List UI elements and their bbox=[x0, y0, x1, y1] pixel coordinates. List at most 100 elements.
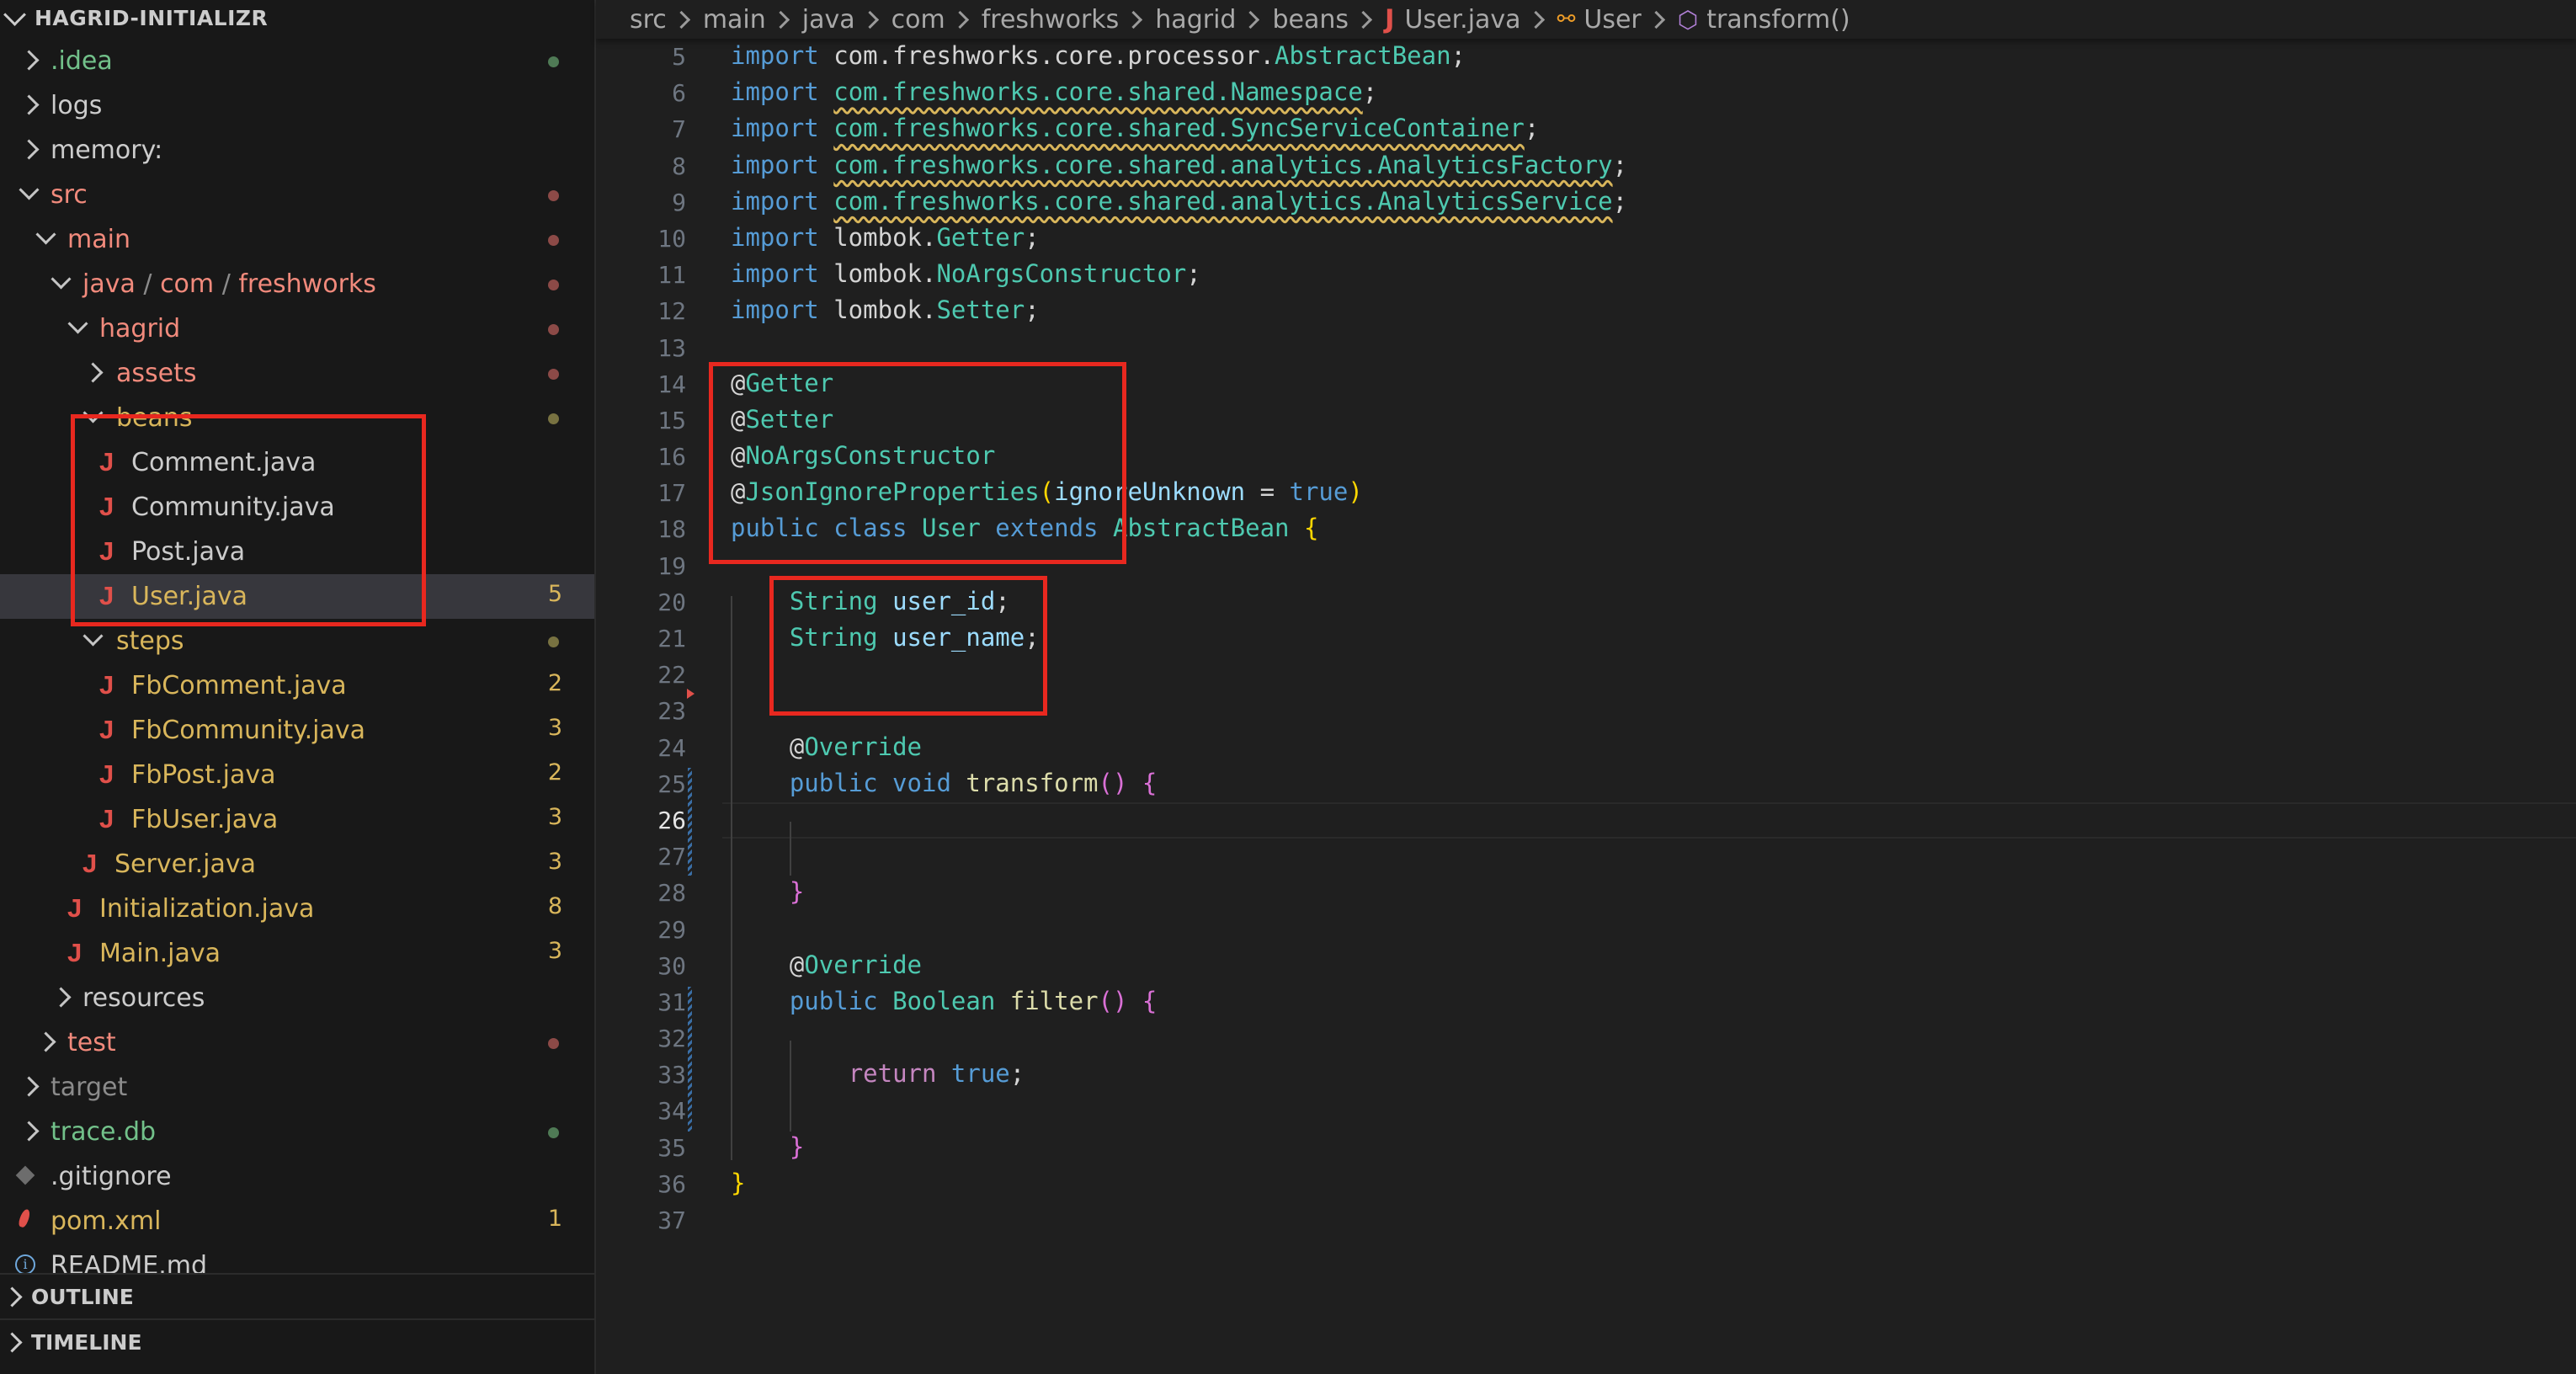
breadcrumb-item[interactable]: beans bbox=[1272, 5, 1349, 35]
tree-item-server-java[interactable]: J Server.java 3 bbox=[0, 842, 594, 887]
code-line[interactable]: 34 bbox=[596, 1093, 2576, 1129]
breadcrumb-item[interactable]: main bbox=[703, 5, 766, 35]
tree-item-test[interactable]: test bbox=[0, 1020, 594, 1065]
problem-count-badge: 2 bbox=[547, 670, 562, 696]
code-token: import bbox=[731, 186, 819, 216]
tree-item-label: hagrid bbox=[99, 314, 181, 344]
code-token: public bbox=[789, 986, 878, 1015]
problem-count-badge: 3 bbox=[547, 715, 562, 741]
code-line[interactable]: 13 bbox=[596, 330, 2576, 366]
code-token: com.freshworks.core.shared.Namespace bbox=[833, 77, 1363, 107]
line-number: 5 bbox=[672, 43, 686, 71]
code-line[interactable]: 37 bbox=[596, 1202, 2576, 1238]
tree-item-hagrid[interactable]: hagrid bbox=[0, 306, 594, 351]
code-token: = bbox=[1245, 477, 1290, 507]
tree-item-java-com-freshworks[interactable]: java / com / freshworks bbox=[0, 262, 594, 306]
tree-item-memory[interactable]: memory: bbox=[0, 128, 594, 173]
line-number: 13 bbox=[657, 333, 686, 362]
code-line[interactable]: 30 @Override bbox=[596, 948, 2576, 984]
tree-item-gitignore[interactable]: .gitignore bbox=[0, 1154, 594, 1199]
outline-panel-header[interactable]: OUTLINE bbox=[0, 1273, 594, 1318]
code-token: } bbox=[789, 1132, 805, 1161]
code-line[interactable]: 28 } bbox=[596, 875, 2576, 911]
code-line[interactable]: 29 bbox=[596, 912, 2576, 948]
breadcrumb-item[interactable]: src bbox=[630, 5, 667, 35]
tree-item-trace-db[interactable]: trace.db bbox=[0, 1110, 594, 1154]
code-token: com.freshworks.core.shared.analytics.Ana… bbox=[833, 150, 1613, 179]
code-line[interactable]: 9 import com.freshworks.core.shared.analy… bbox=[596, 184, 2576, 221]
java-file-icon: J bbox=[67, 893, 82, 923]
code-token: NoArgsConstructor bbox=[936, 259, 1187, 289]
tree-item-main[interactable]: main bbox=[0, 217, 594, 262]
code-line[interactable]: 25 public void transform() { bbox=[596, 766, 2576, 802]
code-text: public Boolean filter() { bbox=[731, 986, 1158, 1015]
code-line[interactable]: 36} bbox=[596, 1166, 2576, 1202]
code-line[interactable]: 7 import com.freshworks.core.shared.SyncS… bbox=[596, 111, 2576, 147]
code-line[interactable]: 5 import com.freshworks.core.processor.Ab… bbox=[596, 39, 2576, 75]
chevron-right-icon bbox=[82, 362, 104, 383]
tree-item-fbcomment-java[interactable]: J FbComment.java 2 bbox=[0, 663, 594, 708]
code-token: { bbox=[1142, 768, 1158, 797]
tree-item-label: pom.xml bbox=[51, 1206, 162, 1236]
java-file-icon: J bbox=[1384, 4, 1395, 35]
code-line[interactable]: 26 bbox=[596, 802, 2576, 839]
problem-count-badge: 2 bbox=[547, 759, 562, 786]
tree-item-fbcommunity-java[interactable]: J FbCommunity.java 3 bbox=[0, 708, 594, 753]
tree-item-assets[interactable]: assets bbox=[0, 351, 594, 396]
breadcrumb-item[interactable]: com bbox=[891, 5, 945, 35]
chevron-right-icon bbox=[2, 1331, 23, 1353]
tree-item-src[interactable]: src bbox=[0, 173, 594, 217]
breadcrumb-item[interactable]: User.java bbox=[1405, 5, 1521, 35]
code-token: ; bbox=[1025, 222, 1040, 252]
tree-item-label: assets bbox=[116, 359, 197, 388]
tree-item-main-java[interactable]: J Main.java 3 bbox=[0, 931, 594, 976]
code-line[interactable]: 24 @Override bbox=[596, 730, 2576, 766]
highlight-box-annotations bbox=[709, 362, 1126, 564]
tree-item-fbpost-java[interactable]: J FbPost.java 2 bbox=[0, 753, 594, 797]
code-line[interactable]: 8 import com.freshworks.core.shared.analy… bbox=[596, 148, 2576, 184]
code-line[interactable]: 31 public Boolean filter() { bbox=[596, 984, 2576, 1020]
chevron-right-icon bbox=[19, 139, 40, 160]
tree-item-pom-xml[interactable]: pom.xml 1 bbox=[0, 1199, 594, 1244]
tree-item-label: main bbox=[67, 225, 130, 254]
line-number: 23 bbox=[657, 697, 686, 726]
line-number: 12 bbox=[657, 297, 686, 326]
tree-item-resources[interactable]: resources bbox=[0, 976, 594, 1020]
class-symbol-icon: ⚯ bbox=[1557, 7, 1576, 32]
line-number: 27 bbox=[657, 843, 686, 871]
line-number: 36 bbox=[657, 1169, 686, 1198]
breadcrumb-item[interactable]: transform() bbox=[1706, 5, 1850, 35]
code-line[interactable]: 10 import lombok.Getter; bbox=[596, 221, 2576, 257]
breadcrumb-item[interactable]: hagrid bbox=[1155, 5, 1236, 35]
code-text: import com.freshworks.core.shared.analyt… bbox=[731, 187, 1627, 216]
code-token: import bbox=[731, 222, 819, 252]
code-text: return true; bbox=[731, 1059, 1025, 1088]
code-token: ; bbox=[1362, 77, 1378, 107]
breadcrumb-item[interactable]: User bbox=[1583, 5, 1641, 35]
line-number: 10 bbox=[657, 224, 686, 253]
tree-item-initialization-java[interactable]: J Initialization.java 8 bbox=[0, 887, 594, 931]
code-line[interactable]: 11 import lombok.NoArgsConstructor; bbox=[596, 257, 2576, 293]
code-token: lombok. bbox=[818, 222, 937, 252]
breadcrumb-item[interactable]: java bbox=[802, 5, 855, 35]
code-line[interactable]: 33 return true; bbox=[596, 1057, 2576, 1093]
code-line[interactable]: 6 import com.freshworks.core.shared.Names… bbox=[596, 75, 2576, 111]
code-token: Override bbox=[804, 950, 922, 979]
tree-item-fbuser-java[interactable]: J FbUser.java 3 bbox=[0, 797, 594, 842]
explorer-header[interactable]: HAGRID-INITIALIZR bbox=[0, 0, 594, 35]
code-line[interactable]: 32 bbox=[596, 1020, 2576, 1057]
code-text: @Override bbox=[731, 732, 922, 761]
line-number: 20 bbox=[657, 588, 686, 616]
code-line[interactable]: 35 } bbox=[596, 1130, 2576, 1166]
timeline-panel-header[interactable]: TIMELINE bbox=[0, 1318, 594, 1364]
code-line[interactable]: 27 bbox=[596, 839, 2576, 875]
highlight-box-bean-files bbox=[71, 414, 426, 626]
tree-item-idea[interactable]: .idea bbox=[0, 39, 594, 83]
code-line[interactable]: 12 import lombok.Setter; bbox=[596, 293, 2576, 329]
breadcrumb-item[interactable]: freshworks bbox=[982, 5, 1120, 35]
tree-item-target[interactable]: target bbox=[0, 1065, 594, 1110]
chevron-down-icon bbox=[3, 3, 26, 26]
tree-item-logs[interactable]: logs bbox=[0, 83, 594, 128]
code-editor[interactable]: src main java com freshworks hagrid bean… bbox=[596, 0, 2576, 1374]
